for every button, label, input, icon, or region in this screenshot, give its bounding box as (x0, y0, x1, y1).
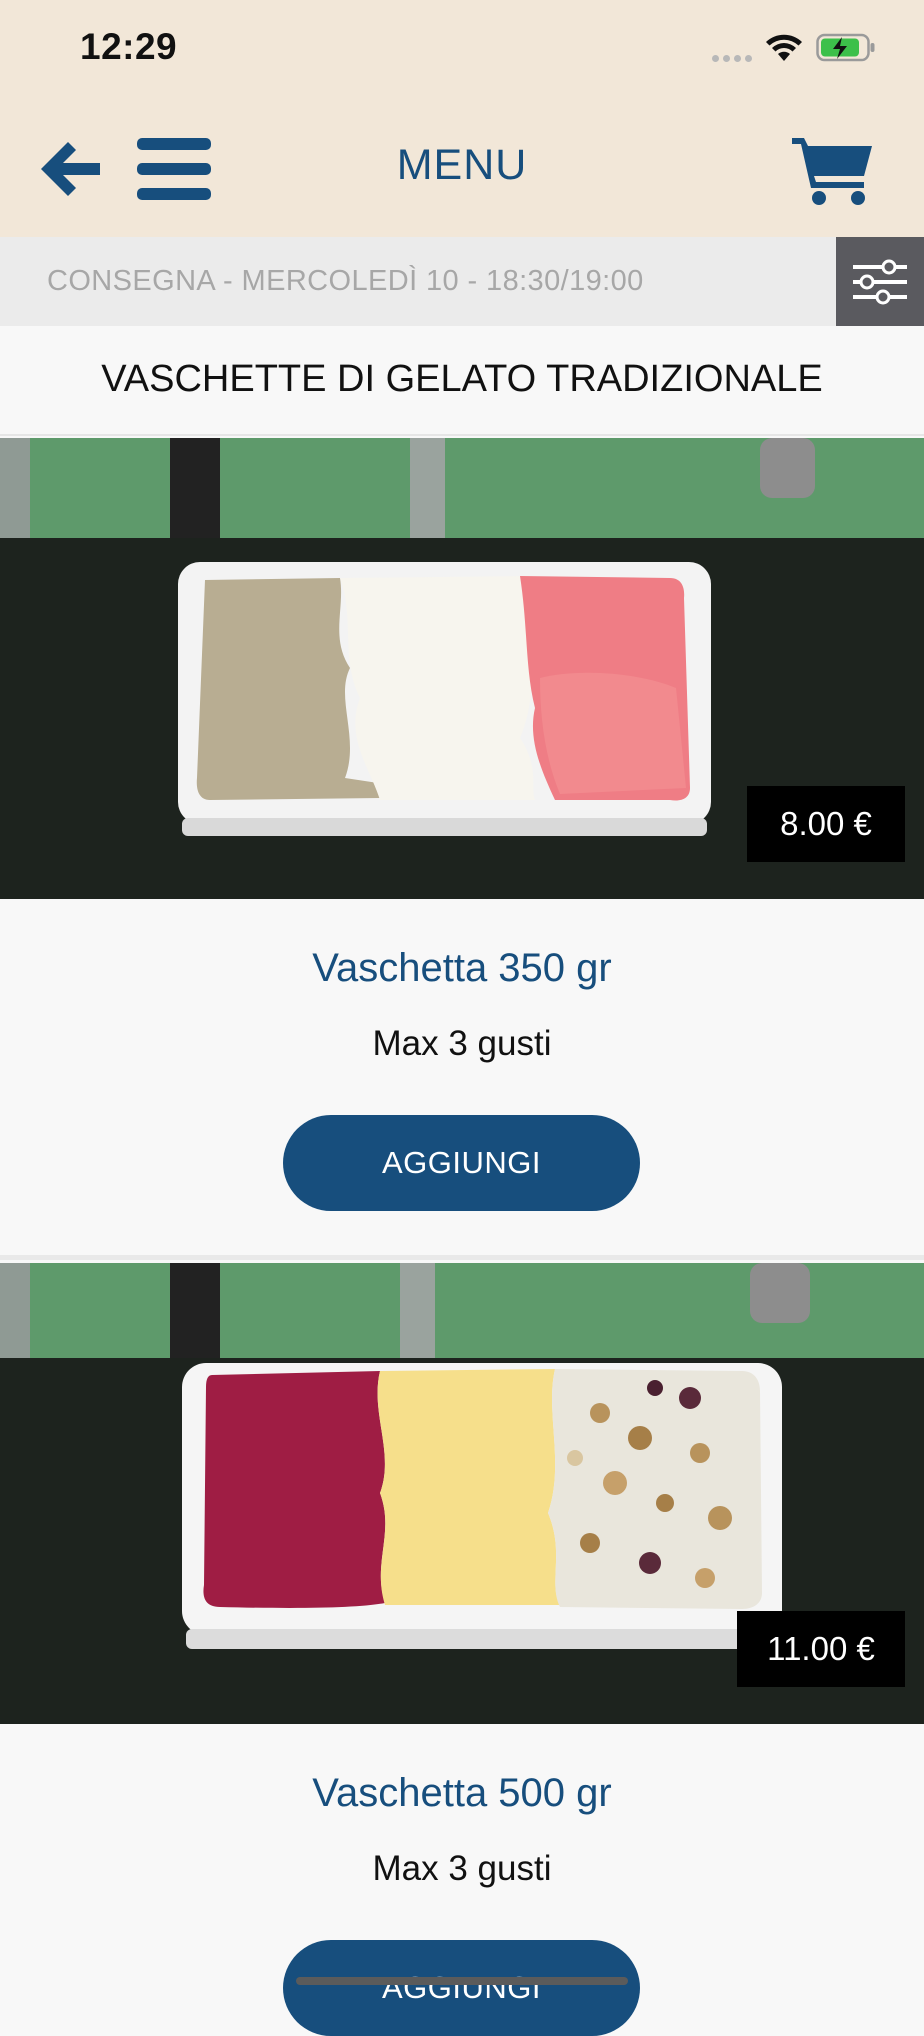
product-description: Max 3 gusti (372, 1849, 552, 1888)
status-time: 12:29 (80, 26, 178, 67)
home-indicator[interactable] (296, 1977, 628, 1985)
app-header: 12:29 MENU (0, 0, 924, 237)
battery-charging-icon (816, 33, 875, 62)
add-to-cart-button[interactable]: AGGIUNGI (283, 1940, 640, 2036)
product-card: 8.00 € Vaschetta 350 gr Max 3 gusti AGGI… (0, 438, 924, 1260)
product-description: Max 3 gusti (372, 1024, 552, 1063)
shopping-cart-icon[interactable] (792, 134, 874, 206)
price-tag: 8.00 € (747, 786, 905, 862)
product-name: Vaschetta 350 gr (312, 946, 612, 990)
wifi-icon (766, 34, 802, 61)
cellular-signal-icon (712, 55, 752, 62)
sliders-icon (853, 259, 907, 304)
delivery-bar[interactable]: CONSEGNA - MERCOLEDÌ 10 - 18:30/19:00 (0, 237, 924, 326)
add-to-cart-button[interactable]: AGGIUNGI (283, 1115, 640, 1211)
product-card: 11.00 € Vaschetta 500 gr Max 3 gusti AGG… (0, 1263, 924, 2036)
filter-button[interactable] (836, 237, 924, 326)
category-header: VASCHETTE DI GELATO TRADIZIONALE (0, 326, 924, 436)
product-name: Vaschetta 500 gr (312, 1771, 612, 1815)
category-title: VASCHETTE DI GELATO TRADIZIONALE (101, 358, 823, 400)
product-image[interactable]: 11.00 € (0, 1263, 924, 1724)
delivery-slot-text[interactable]: CONSEGNA - MERCOLEDÌ 10 - 18:30/19:00 (47, 265, 644, 298)
page-title: MENU (396, 141, 528, 189)
product-image[interactable]: 8.00 € (0, 438, 924, 899)
price-tag: 11.00 € (737, 1611, 905, 1687)
